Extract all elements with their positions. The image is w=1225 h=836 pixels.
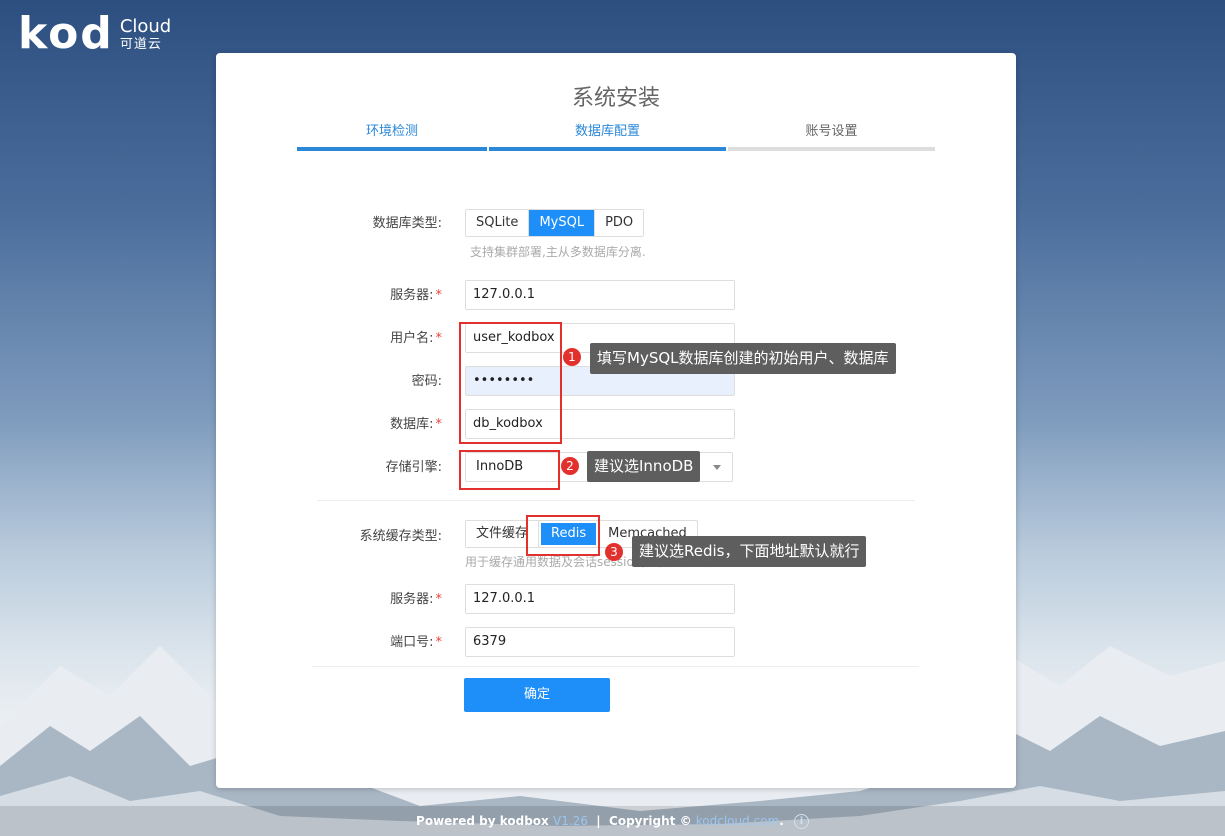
logo-cloud: Cloud	[119, 16, 172, 37]
annotation-tip: 建议选InnoDB	[587, 451, 701, 482]
info-icon[interactable]: i	[793, 814, 809, 829]
section-divider	[317, 500, 915, 501]
label-text: 端口号:	[390, 635, 434, 650]
footer-version: V1.26	[552, 814, 588, 828]
db-type-label: 数据库类型:	[372, 216, 442, 231]
page-title: 系统安装	[571, 86, 660, 111]
db-password-label: 密码:	[411, 374, 442, 389]
db-type-sqlite[interactable]: SQLite	[466, 210, 530, 236]
footer-dot: .	[779, 814, 784, 828]
cache-server-input[interactable]: 127.0.0.1	[465, 584, 735, 614]
logo-cn: 可道云	[119, 37, 162, 52]
step-progress-bar	[489, 147, 726, 151]
footer-link[interactable]: kodcloud.com	[696, 814, 779, 828]
annotation-number: 1	[563, 348, 581, 366]
db-engine-label: 存储引擎:	[385, 460, 442, 475]
db-type-hint: 支持集群部署,主从多数据库分离.	[470, 245, 646, 259]
step-label: 环境检测	[365, 124, 418, 139]
label-text: 用户名:	[390, 331, 434, 346]
step-label: 数据库配置	[574, 124, 640, 139]
chevron-down-icon	[713, 465, 721, 470]
cache-port-input[interactable]: 6379	[465, 627, 735, 657]
db-type-pdo[interactable]: PDO	[595, 210, 643, 236]
logo-brand: kod	[18, 8, 114, 59]
required-mark: *	[435, 288, 443, 303]
annotation-box-engine	[459, 450, 560, 490]
db-type-mysql[interactable]: MySQL	[529, 210, 596, 236]
cache-server-label: 服务器: *	[312, 588, 442, 607]
section-divider	[312, 666, 919, 667]
footer-copyright: Copyright ©	[609, 814, 692, 828]
annotation-tip: 填写MySQL数据库创建的初始用户、数据库	[590, 343, 896, 374]
step-db-config: 数据库配置	[489, 123, 726, 151]
step-progress-bar	[297, 147, 487, 151]
cache-type-label: 系统缓存类型:	[359, 529, 442, 544]
annotation-number: 2	[561, 457, 579, 475]
kodcloud-logo: kod Cloud 可道云	[18, 12, 171, 56]
step-progress-bar	[728, 147, 935, 151]
required-mark: *	[435, 635, 443, 650]
annotation-box-redis	[526, 515, 600, 556]
db-server-label: 服务器: *	[312, 284, 442, 303]
footer: Powered by kodbox V1.26 | Copyright © ko…	[0, 806, 1225, 836]
step-label: 账号设置	[805, 124, 858, 139]
db-name-label: 数据库: *	[312, 413, 442, 432]
confirm-button[interactable]: 确定	[464, 678, 610, 712]
annotation-tip: 建议选Redis，下面地址默认就行	[632, 536, 867, 567]
label-text: 服务器:	[390, 288, 434, 303]
step-account: 账号设置	[728, 123, 935, 151]
step-env-check: 环境检测	[297, 123, 487, 151]
required-mark: *	[435, 331, 443, 346]
db-user-label: 用户名: *	[312, 327, 442, 346]
annotation-number: 3	[605, 543, 623, 561]
db-type-selector: SQLite MySQL PDO	[465, 209, 645, 237]
footer-separator: |	[596, 814, 601, 828]
label-text: 服务器:	[390, 592, 434, 607]
footer-powered: Powered by kodbox	[416, 814, 549, 828]
install-panel: 系统安装 环境检测 数据库配置 账号设置 数据库类型: SQLite MySQL…	[216, 53, 1016, 788]
required-mark: *	[435, 592, 443, 607]
cache-port-label: 端口号: *	[312, 631, 442, 650]
db-server-input[interactable]: 127.0.0.1	[465, 280, 735, 310]
required-mark: *	[435, 417, 443, 432]
annotation-box-credentials	[459, 322, 562, 444]
label-text: 数据库:	[390, 417, 434, 432]
